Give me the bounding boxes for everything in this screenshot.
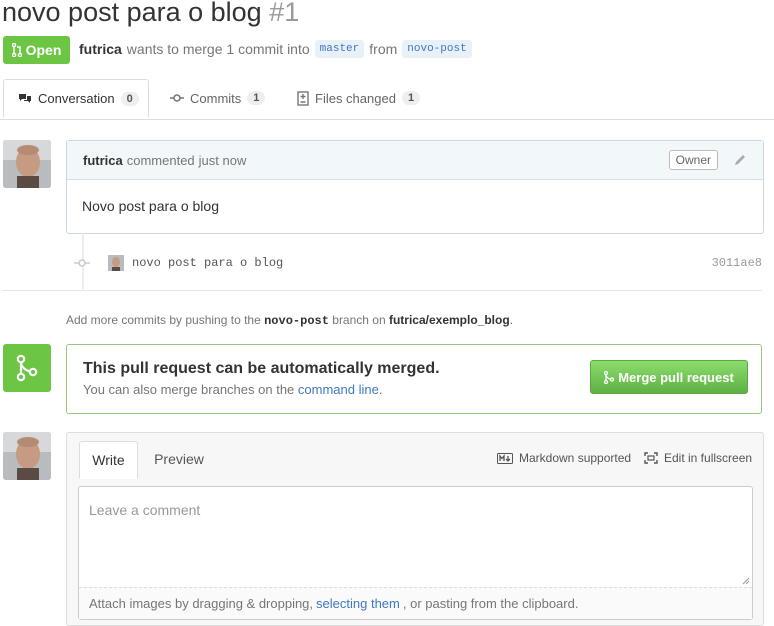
push-hint: Add more commits by pushing to the novo-… <box>66 313 513 328</box>
tab-files-changed[interactable]: Files changed 1 <box>297 79 421 117</box>
hint-middle: branch on <box>332 313 386 327</box>
status-badge: Open <box>3 36 70 64</box>
commit-sha[interactable]: 3011ae8 <box>712 256 762 270</box>
selecting-them-link[interactable]: selecting them <box>316 596 400 611</box>
owner-badge: Owner <box>668 150 718 170</box>
diff-icon <box>297 90 309 106</box>
merge-status-icon <box>3 344 51 392</box>
commit-item: novo post para o blog 3011ae8 <box>74 252 762 274</box>
from-text: from <box>369 41 398 57</box>
tab-conversation-count: 0 <box>120 91 139 106</box>
commit-avatar[interactable] <box>108 255 124 271</box>
avatar-image <box>3 140 51 188</box>
resize-handle-icon[interactable] <box>742 577 750 585</box>
author-link[interactable]: futrica <box>79 41 122 57</box>
merge-subtitle: You can also merge branches on the comma… <box>83 382 382 397</box>
git-merge-icon <box>16 354 38 382</box>
pull-request-icon <box>11 43 22 57</box>
comment-header: futrica commented just now Owner <box>67 141 763 180</box>
hint-suffix: . <box>509 313 514 327</box>
merge-title: This pull request can be automatically m… <box>83 360 440 377</box>
pr-meta: futrica wants to merge 1 commit into mas… <box>79 40 472 58</box>
merge-pull-request-button[interactable]: Merge pull request <box>590 360 748 394</box>
comment-textarea[interactable]: Leave a comment Attach images by draggin… <box>78 486 753 620</box>
hint-repo: futrica/exemplo_blog <box>388 313 510 327</box>
avatar-image <box>3 432 51 480</box>
new-comment-form: Write Preview Markdown supported Edit in… <box>66 432 764 626</box>
fullscreen-icon <box>644 452 658 464</box>
pr-number: #1 <box>269 0 300 27</box>
merge-description: wants to merge 1 commit into <box>126 41 310 57</box>
markdown-label: Markdown supported <box>519 451 632 465</box>
merge-button-label: Merge pull request <box>618 369 734 385</box>
pencil-icon[interactable] <box>733 153 747 167</box>
tab-commits[interactable]: Commits 1 <box>170 79 266 117</box>
comment-card: futrica commented just now Owner Novo po… <box>66 140 764 234</box>
status-label: Open <box>25 42 62 58</box>
markdown-supported-link[interactable]: Markdown supported <box>497 451 631 465</box>
command-line-link[interactable]: command line <box>298 382 379 397</box>
merge-panel: This pull request can be automatically m… <box>66 344 762 414</box>
tab-files-changed-count: 1 <box>401 91 421 105</box>
avatar[interactable] <box>3 140 51 188</box>
tab-write[interactable]: Write <box>79 441 138 479</box>
fullscreen-button[interactable]: Edit in fullscreen <box>644 451 752 465</box>
merge-sub-prefix: You can also merge branches on the <box>83 382 295 397</box>
comment-time[interactable]: just now <box>199 153 247 168</box>
divider <box>2 290 762 291</box>
attach-suffix: , or pasting from the clipboard. <box>402 596 579 611</box>
tab-commits-label: Commits <box>190 90 242 106</box>
comment-action: commented <box>126 152 195 168</box>
tab-files-changed-label: Files changed <box>315 90 396 106</box>
tab-commits-count: 1 <box>247 91 266 105</box>
avatar[interactable] <box>3 432 51 480</box>
hint-branch: novo-post <box>264 314 329 328</box>
attach-prefix: Attach images by dragging & dropping, <box>89 596 314 611</box>
fullscreen-label: Edit in fullscreen <box>664 451 753 465</box>
git-merge-icon <box>604 370 615 384</box>
tab-preview[interactable]: Preview <box>147 441 211 477</box>
attach-images-bar[interactable]: Attach images by dragging & dropping, se… <box>79 587 752 619</box>
comment-placeholder: Leave a comment <box>89 502 201 518</box>
git-commit-icon <box>170 94 184 102</box>
tab-conversation[interactable]: Conversation 0 <box>3 79 149 118</box>
pr-tabs: Conversation 0 Commits 1 Files changed 1 <box>0 79 774 120</box>
base-branch: master <box>314 40 365 58</box>
pr-title: novo post para o blog <box>2 0 262 27</box>
head-branch: novo-post <box>402 40 472 58</box>
markdown-icon <box>497 452 513 464</box>
comment-body: Novo post para o blog <box>82 198 219 214</box>
page-title: novo post para o blog #1 <box>2 0 299 30</box>
comment-author[interactable]: futrica <box>83 153 123 168</box>
tab-conversation-label: Conversation <box>38 91 115 106</box>
merge-sub-suffix: . <box>378 382 383 397</box>
hint-prefix: Add more commits by pushing to the <box>66 313 261 327</box>
commit-message[interactable]: novo post para o blog <box>132 256 283 270</box>
comment-discussion-icon <box>19 93 31 103</box>
git-commit-icon <box>74 259 90 267</box>
